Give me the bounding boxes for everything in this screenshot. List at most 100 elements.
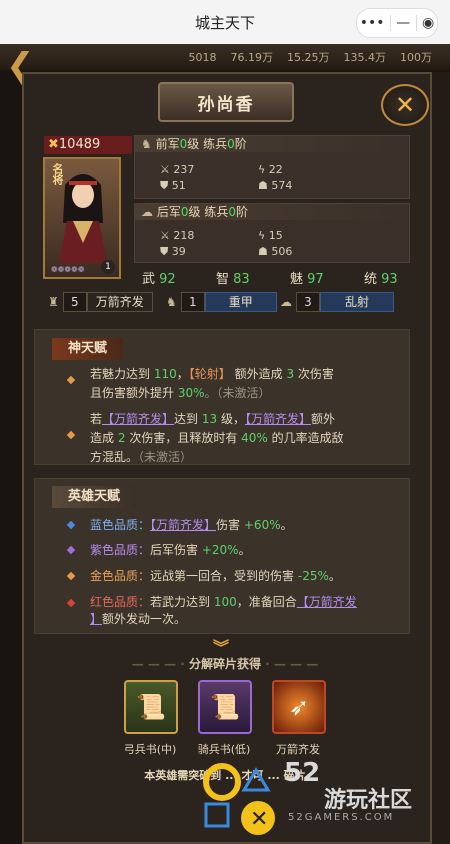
window-titlebar: 城主天下 ••• — ◉ [0,0,450,44]
back-attack-value: 218 [173,229,195,242]
sword-icon: ⚔ [160,229,170,242]
front-power-value: 22 [268,163,283,176]
cloud-icon: ☁ [141,205,153,219]
talent-red-cont: 】额外发动一次。 [90,610,186,629]
skill-link[interactable]: 【万箭齐发】 [150,518,216,532]
window-title: 城主天下 [194,13,255,32]
helmet-icon: ☗ [258,179,268,192]
front-power: ϟ 22 [258,163,283,176]
back-power-value: 15 [268,229,283,242]
back-power: ϟ 15 [258,229,283,242]
minus-icon[interactable]: — [396,15,410,31]
front-defense-value: 51 [171,179,186,192]
formation-name: 乱射 [320,292,394,312]
value: 110 [153,367,177,381]
skill-link: 【轮射】 [188,367,231,381]
divine-line-3: 若【万箭齐发】达到 13 级，【万箭齐发】额外 [90,410,335,429]
front-defense: ⛊ 51 [160,179,186,193]
svg-text:✕: ✕ [250,807,268,832]
cloud-icon: ☁ [280,295,292,309]
divine-line-1: 若魅力达到 110，【轮射】 额外造成 3 次伤害 [90,365,334,384]
item-label: 万箭齐发 [276,743,320,756]
attr-label: 魅 [290,272,304,287]
formation-slot-2[interactable]: ♞ 1 重甲 [166,292,277,312]
talent-gold: 金色品质：远战第一回合，受到的伤害 -25%。 [90,567,341,586]
attr-charm: 魅 97 [290,268,324,287]
resource-value: 76.19万 [230,51,274,64]
text: 若魅力达到 [90,367,151,381]
hero-talent-title: 英雄天赋 [52,486,137,508]
formation-slot-1[interactable]: ♜ 5 万箭齐发 [48,292,153,312]
back-attack: ⚔ 218 [160,229,194,242]
watermark-number: 52 [284,758,321,788]
value: +60% [243,518,281,532]
lightning-icon: ϟ [258,163,266,176]
power-value: 10489 [58,137,101,152]
formation-name: 重甲 [204,292,277,312]
text: 额外 [311,412,336,426]
quality-label: 红色品质： [90,595,151,609]
attr-intellect: 智 83 [216,268,250,287]
value: +20% [201,543,239,557]
lightning-icon: ϟ [258,229,266,242]
watermark-site: 52GAMERS.COM [288,812,395,823]
attr-command: 统 93 [364,268,398,287]
back-army-train-suffix: 阶 [235,205,248,219]
value: 13 [201,412,218,426]
text: 次伤害 [297,367,334,381]
back-defense-value: 39 [171,245,186,258]
skill-link[interactable]: 【万箭齐发】 [102,412,174,426]
hero-name-plate: 孙尚香 [158,82,294,122]
watermark-name: 游玩社区 [324,788,413,813]
front-army-label: 前军 [155,137,180,151]
divider-right: · — — — [261,657,319,671]
skill-link[interactable]: 【万箭齐发 [297,595,357,609]
back-hp: ☗ 506 [258,245,292,258]
attr-label: 智 [216,272,230,287]
window-capsule: ••• — ◉ [356,8,438,38]
decompose-title-text: 分解碎片获得 [188,657,261,671]
quality-label: 蓝色品质： [90,518,151,532]
resource-value: 135.4万 [343,51,387,64]
resource-value: 5018 [188,50,217,64]
shield-icon: ⛊ [160,245,169,258]
resource-value: 100万 [400,51,432,64]
front-army-grade-suffix: 级 [187,137,200,151]
archer-icon: ♜ [48,295,59,309]
text: 且伤害额外提升 [90,386,175,400]
more-dots-icon[interactable]: ••• [360,15,385,31]
divine-line-4: 造成 2 次伤害，且释放时有 40% 的几率造成敌 [90,429,344,448]
formation-level: 5 [62,292,87,312]
scroll-cavalry-icon: 📜 [210,693,240,721]
text: 后军伤害 [150,543,199,557]
item-label: 弓兵书(中) [123,743,177,756]
power-badge: ✖10489 [44,136,132,154]
skill-link[interactable]: 【万箭齐发】 [245,412,311,426]
formation-slot-3[interactable]: ☁ 3 乱射 [280,292,394,312]
text: ， [176,367,189,381]
item-arrow-volley[interactable]: ➶ [272,680,326,734]
hero-portrait[interactable]: 名将 ❁❁❁❁❁ 1 [43,157,121,279]
shield-icon: ⛊ [160,179,169,192]
item-cavalry-book[interactable]: 📜 [198,680,252,734]
text: 的几率造成敌 [271,431,344,445]
text: 达到 [174,412,199,426]
text: 次伤害，且释放时有 [129,431,238,445]
capsule-divider [415,15,417,31]
value: 2 [117,431,126,445]
skill-link[interactable]: 】 [90,612,102,626]
quality-label: 金色品质： [90,569,151,583]
item-bow-book[interactable]: 📜 [124,680,178,734]
resource-value: 15.25万 [287,51,330,64]
text: 额外发动一次。 [102,612,187,626]
text: 。 [280,518,293,532]
front-attack-value: 237 [173,163,195,176]
back-army-train-label: 练兵 [204,205,229,219]
back-army-header: ☁ 后军0级 练兵0阶 [135,204,409,220]
quality-label: 紫色品质： [90,543,151,557]
target-icon[interactable]: ◉ [422,15,434,31]
text: 伤害 [216,518,241,532]
watermark-logo: ✕ [203,763,275,835]
close-button[interactable]: ✕ [381,84,429,126]
attr-value: 92 [159,272,176,287]
